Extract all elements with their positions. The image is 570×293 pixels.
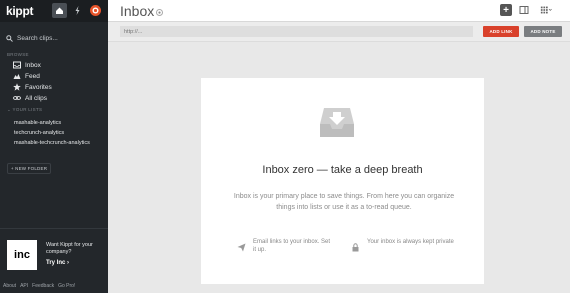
search-clips[interactable]: Search clips...	[6, 32, 102, 44]
inbox-icon	[13, 61, 21, 69]
list-item[interactable]: mashable-techcrunch-analytics	[14, 140, 96, 147]
footer-link-feedback[interactable]: Feedback	[32, 283, 54, 289]
promo-text: Want Kippt for your company?	[46, 242, 93, 255]
empty-state-title: Inbox zero — take a deep breath	[262, 164, 423, 176]
sidebar-topbar: kippt	[0, 0, 108, 22]
inbox-tray-icon	[319, 106, 355, 139]
footer-link-go-pro[interactable]: Go Pro!	[58, 283, 75, 289]
new-folder-button[interactable]: + NEW FOLDER	[7, 163, 51, 174]
bolt-icon[interactable]	[70, 3, 85, 18]
grid-menu-icon[interactable]	[540, 4, 552, 16]
sidebar: kippt Search clips... BROWSE Inbox Feed	[0, 0, 108, 293]
header: Inbox ● +	[108, 0, 570, 22]
list-item[interactable]: mashable-analytics	[14, 120, 104, 127]
main-content: Inbox ● + ADD LINK ADD NOTE Inbox zero —…	[108, 0, 570, 293]
sidebar-item-label: Feed	[25, 72, 40, 80]
feature-email: Email links to your inbox. Set it up.	[237, 238, 333, 254]
feed-icon	[13, 72, 21, 80]
empty-state-card: Inbox zero — take a deep breath Inbox is…	[201, 78, 484, 284]
app-logo[interactable]: kippt	[6, 4, 33, 18]
sidebar-item-all-clips[interactable]: All clips	[13, 94, 47, 102]
feature-private-text: Your inbox is always kept private	[367, 239, 454, 245]
footer-link-about[interactable]: About	[3, 283, 16, 289]
toggle-pane-icon[interactable]	[518, 4, 530, 16]
add-link-button[interactable]: ADD LINK	[483, 26, 519, 37]
inc-logo[interactable]: inc	[7, 240, 37, 270]
list-item[interactable]: techcrunch-analytics	[14, 130, 104, 137]
try-inc-link[interactable]: Try Inc ›	[46, 260, 69, 266]
sidebar-item-favorites[interactable]: Favorites	[13, 83, 52, 91]
page-title: Inbox	[120, 3, 155, 19]
sidebar-footer: About API Feedback Go Pro!	[3, 283, 75, 289]
info-icon[interactable]: ●	[156, 9, 163, 16]
sidebar-item-label: Inbox	[25, 61, 41, 69]
avatar[interactable]	[88, 3, 103, 18]
empty-state-description: Inbox is your primary place to save thin…	[233, 193, 455, 211]
feature-email-text[interactable]: Email links to your inbox. Set it up.	[253, 238, 333, 254]
sidebar-item-label: All clips	[25, 94, 48, 102]
paper-plane-icon	[237, 239, 246, 252]
search-placeholder: Search clips...	[17, 34, 58, 42]
star-icon	[13, 83, 21, 91]
sidebar-item-feed[interactable]: Feed	[13, 72, 40, 80]
add-note-button[interactable]: ADD NOTE	[524, 26, 562, 37]
lock-icon	[351, 239, 360, 252]
search-icon	[6, 29, 13, 47]
feature-private: Your inbox is always kept private	[351, 238, 457, 252]
sidebar-item-label: Favorites	[25, 83, 52, 91]
link-icon	[13, 94, 21, 102]
footer-link-api[interactable]: API	[20, 283, 28, 289]
url-input[interactable]	[120, 26, 473, 37]
sidebar-item-inbox[interactable]: Inbox	[13, 61, 41, 69]
add-clip-bar: ADD LINK ADD NOTE	[108, 22, 570, 42]
divider	[0, 228, 108, 229]
browse-label: BROWSE	[7, 52, 29, 57]
home-icon[interactable]	[52, 3, 67, 18]
your-lists-label[interactable]: ⌄ YOUR LISTS	[7, 107, 42, 113]
your-lists-text: YOUR LISTS	[12, 107, 43, 112]
add-clip-button[interactable]: +	[500, 4, 512, 16]
